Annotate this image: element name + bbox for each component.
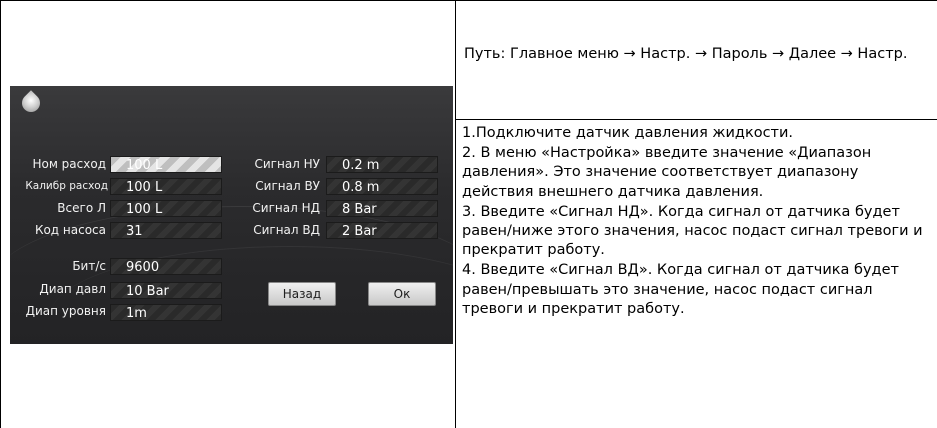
total-liters-field[interactable]: 100 L — [110, 200, 222, 217]
label-level-range: Диап уровня — [25, 304, 106, 318]
table-row-divider — [455, 119, 937, 120]
label-low-level-signal: Сигнал НУ — [254, 157, 320, 171]
device-settings-screen: Ном расход 100 L Калибр расход 100 L Все… — [10, 86, 453, 344]
label-high-level-signal: Сигнал ВУ — [255, 179, 320, 193]
label-calibration-flow: Калибр расход — [25, 180, 108, 192]
label-pressure-range: Диап давл — [39, 282, 106, 296]
nominal-flow-field[interactable]: 100 L — [110, 156, 222, 173]
page-frame: Ном расход 100 L Калибр расход 100 L Все… — [0, 0, 937, 428]
table-top-border — [0, 0, 937, 1]
label-pump-code: Код насоса — [34, 223, 106, 237]
high-level-signal-field[interactable]: 0.8 m — [326, 178, 438, 195]
high-pressure-signal-field[interactable]: 2 Bar — [326, 222, 438, 239]
instruction-step: 2. В меню «Настройка» введите значение «… — [462, 145, 872, 200]
instruction-step: 1.Подключите датчик давления жидкости. — [462, 125, 794, 141]
baud-rate-field[interactable]: 9600 — [110, 258, 222, 275]
back-button[interactable]: Назад — [268, 282, 336, 306]
instruction-step: 3. Введите «Сигнал НД». Когда сигнал от … — [462, 203, 923, 259]
pressure-range-field[interactable]: 10 Bar — [110, 282, 222, 299]
pump-code-field[interactable]: 31 — [110, 222, 222, 239]
level-range-field[interactable]: 1m — [110, 304, 222, 321]
instruction-step: 4. Введите «Сигнал ВД». Когда сигнал от … — [462, 262, 899, 317]
calibration-flow-field[interactable]: 100 L — [110, 178, 222, 195]
label-nominal-flow: Ном расход — [32, 157, 106, 171]
ok-button[interactable]: Ок — [368, 282, 436, 306]
water-drop-icon — [18, 90, 44, 116]
menu-path-text: Путь: Главное меню → Настр. → Пароль → Д… — [464, 46, 908, 62]
low-pressure-signal-field[interactable]: 8 Bar — [326, 200, 438, 217]
table-left-border — [0, 0, 1, 428]
label-baud-rate: Бит/с — [72, 259, 106, 273]
table-column-divider — [455, 0, 456, 428]
low-level-signal-field[interactable]: 0.2 m — [326, 156, 438, 173]
label-high-pressure-signal: Сигнал ВД — [253, 223, 320, 237]
label-total-liters: Всего Л — [57, 201, 106, 215]
instructions-list: 1.Подключите датчик давления жидкости. 2… — [462, 124, 934, 320]
label-low-pressure-signal: Сигнал НД — [252, 201, 320, 215]
